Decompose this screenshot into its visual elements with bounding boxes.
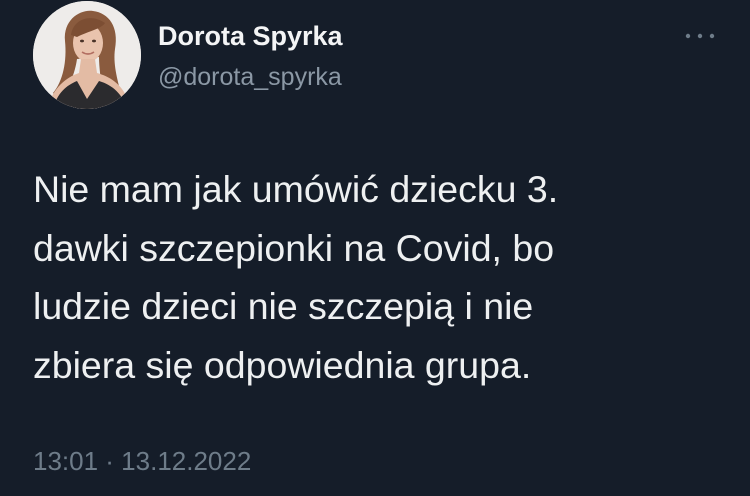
author-info: Dorota Spyrka @dorota_spyrka <box>158 20 343 92</box>
more-options-button[interactable] <box>680 24 720 48</box>
avatar[interactable] <box>33 1 141 109</box>
author-display-name[interactable]: Dorota Spyrka <box>158 20 343 52</box>
author-handle[interactable]: @dorota_spyrka <box>158 62 343 92</box>
tweet-text: Nie mam jak umówić dziecku 3. dawki szcz… <box>33 168 559 386</box>
tweet-card: Dorota Spyrka @dorota_spyrka Nie mam jak… <box>0 0 750 496</box>
more-horizontal-icon <box>685 33 715 39</box>
tweet-timestamp[interactable]: 13:01 · 13.12.2022 <box>33 445 251 477</box>
avatar-photo <box>33 1 141 109</box>
